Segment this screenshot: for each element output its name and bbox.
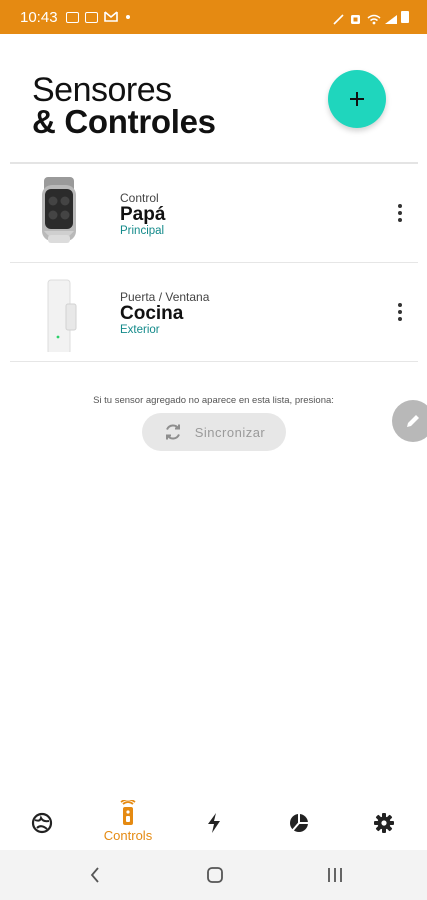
dot-icon: [125, 15, 130, 19]
edit-button[interactable]: [392, 400, 427, 442]
pie-chart-icon: [290, 814, 308, 832]
device-location: Principal: [120, 225, 165, 237]
device-name: Papá: [120, 204, 166, 225]
sync-icon: [165, 424, 180, 440]
door-sensor-image: [30, 274, 86, 355]
device-type: Puerta / Ventana: [120, 290, 210, 304]
nfc-icon: [350, 12, 361, 24]
more-options-button[interactable]: [392, 300, 408, 324]
device-row[interactable]: Puerta / Ventana Cocina Exterior: [10, 264, 418, 362]
dot: [398, 211, 402, 215]
remote-control-image: [30, 175, 86, 253]
device-row[interactable]: Control Papá Principal: [10, 165, 418, 263]
remote-icon: [120, 800, 136, 825]
nav-item-settings[interactable]: [354, 790, 414, 850]
dot: [398, 303, 402, 307]
dot: [398, 310, 402, 314]
bottom-nav: Controls: [0, 790, 427, 850]
home-button[interactable]: [205, 865, 225, 885]
device-location: Exterior: [120, 324, 160, 336]
mute-icon: [333, 12, 344, 25]
sync-button-label: Sincronizar: [194, 424, 266, 440]
home-icon: [207, 867, 223, 883]
battery-icon: [401, 11, 409, 23]
device-text: Puerta / Ventana Cocina Exterior: [120, 290, 209, 337]
page-title: Sensores & Controles: [32, 71, 216, 140]
sync-hint: Si tu sensor agregado no aparece en esta…: [93, 395, 334, 406]
chat-icon: [65, 11, 79, 23]
dot: [398, 317, 402, 321]
device-text: Control Papá Principal: [120, 191, 165, 238]
nav-label-controls: Controls: [103, 828, 153, 843]
wifi-icon: [367, 12, 381, 24]
add-device-button[interactable]: [328, 70, 386, 128]
plus-icon: [350, 92, 364, 106]
nav-item-energy[interactable]: [184, 790, 244, 850]
title-line-2: & Controles: [32, 103, 216, 140]
dot: [398, 218, 402, 222]
more-options-button[interactable]: [392, 201, 408, 225]
dot: [398, 204, 402, 208]
gmail-icon: [103, 9, 118, 25]
system-nav-bar: [0, 850, 427, 900]
status-right: [333, 11, 409, 25]
pencil-icon: [407, 415, 419, 427]
back-icon: [90, 867, 99, 883]
nav-item-controls[interactable]: Controls: [98, 790, 158, 850]
title-line-1: Sensores: [32, 71, 172, 109]
signal-icon: [384, 12, 397, 24]
back-button[interactable]: [88, 865, 102, 885]
globe-icon: [31, 812, 53, 834]
status-bar: 10:43: [0, 0, 427, 34]
recents-button[interactable]: [325, 865, 345, 885]
gear-icon: [374, 813, 394, 833]
header-divider: [10, 162, 418, 164]
status-left: 10:43: [20, 9, 130, 26]
device-name: Cocina: [120, 303, 184, 324]
nav-item-stats[interactable]: [269, 790, 329, 850]
nav-item-globe[interactable]: [12, 790, 72, 850]
status-time: 10:43: [20, 8, 58, 26]
sync-button[interactable]: Sincronizar: [142, 413, 286, 451]
recents-icon: [328, 868, 342, 882]
device-type: Control: [120, 191, 159, 205]
bolt-icon: [208, 813, 220, 833]
image-icon: [84, 11, 98, 23]
